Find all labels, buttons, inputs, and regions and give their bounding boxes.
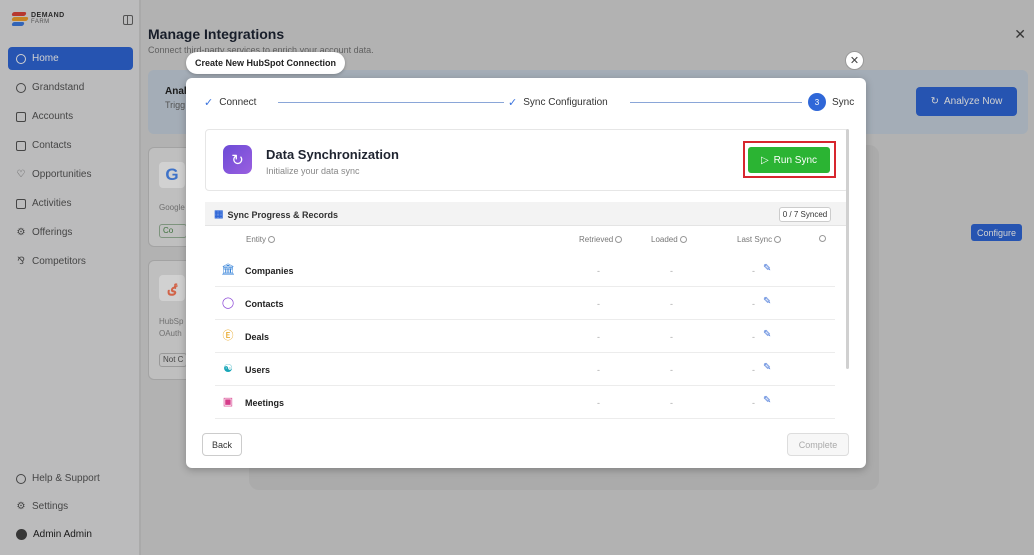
- edit-icon[interactable]: ✎: [763, 329, 771, 340]
- col-label: Retrieved: [579, 235, 614, 244]
- step-label: Connect: [219, 96, 257, 108]
- sync-title: Data Synchronization: [266, 147, 399, 162]
- col-retrieved: Retrieved: [579, 235, 623, 244]
- table-icon: ▦: [214, 209, 224, 220]
- run-sync-button[interactable]: ▷ Run Sync: [748, 147, 830, 173]
- sync-progress-panel: ▦ Sync Progress & Records 0 / 7 Synced E…: [205, 202, 849, 420]
- complete-button[interactable]: Complete: [787, 433, 849, 456]
- progress-header: ▦ Sync Progress & Records 0 / 7 Synced: [205, 202, 849, 226]
- synced-count-badge: 0 / 7 Synced: [779, 207, 831, 222]
- data-sync-header: ↻ Data Synchronization Initialize your d…: [205, 129, 849, 191]
- col-entity: Entity: [246, 235, 276, 244]
- users-icon: ☯: [223, 363, 233, 375]
- bank-icon: 🏛: [221, 264, 235, 276]
- loaded-value: -: [670, 266, 673, 276]
- sync-subtitle: Initialize your data sync: [266, 166, 360, 176]
- step-label: Sync: [832, 96, 855, 108]
- retrieved-value: -: [597, 266, 600, 276]
- last-sync-value: -: [752, 398, 755, 408]
- play-icon: ▷: [760, 154, 769, 166]
- table-row: Ⓔ Deals - - - ✎: [215, 320, 835, 353]
- info-icon: [679, 236, 687, 243]
- entity-name: Users: [245, 365, 271, 375]
- stepper: ✓ Connect ✓ Sync Configuration 3 Sync: [204, 92, 855, 112]
- entity-name: Companies: [245, 266, 294, 276]
- loaded-value: -: [670, 365, 673, 375]
- person-icon: ◯: [221, 297, 235, 309]
- last-sync-value: -: [752, 299, 755, 309]
- step-number: 3: [808, 93, 826, 111]
- progress-title: ▦ Sync Progress & Records: [214, 209, 338, 220]
- entity-name: Contacts: [245, 299, 284, 309]
- last-sync-value: -: [752, 332, 755, 342]
- table-row: ◯ Contacts - - - ✎: [215, 287, 835, 320]
- table-row: ☯ Users - - - ✎: [215, 353, 835, 386]
- step-connector: [630, 102, 802, 103]
- col-label: Loaded: [651, 235, 678, 244]
- loaded-value: -: [670, 299, 673, 309]
- table-header: Entity Retrieved Loaded Last Sync: [205, 226, 849, 250]
- loaded-value: -: [670, 332, 673, 342]
- table-row: 🏛 Companies - - - ✎: [215, 254, 835, 287]
- modal-scrollbar[interactable]: [846, 129, 849, 369]
- edit-icon[interactable]: ✎: [763, 395, 771, 406]
- edit-icon[interactable]: ✎: [763, 362, 771, 373]
- entity-name: Meetings: [245, 398, 285, 408]
- retrieved-value: -: [597, 398, 600, 408]
- step-label: Sync Configuration: [523, 96, 608, 108]
- col-label: Entity: [246, 235, 267, 244]
- retrieved-value: -: [597, 332, 600, 342]
- run-sync-label: Run Sync: [773, 154, 818, 166]
- dollar-icon: Ⓔ: [222, 330, 234, 342]
- progress-title-label: Sync Progress & Records: [227, 209, 338, 220]
- col-actions: [819, 235, 826, 242]
- sync-icon: ↻: [223, 145, 252, 174]
- last-sync-value: -: [752, 266, 755, 276]
- edit-icon[interactable]: ✎: [763, 263, 771, 274]
- retrieved-value: -: [597, 299, 600, 309]
- hubspot-connection-modal: ✓ Connect ✓ Sync Configuration 3 Sync ↻ …: [186, 78, 866, 468]
- col-loaded: Loaded: [651, 235, 687, 244]
- loaded-value: -: [670, 398, 673, 408]
- step-sync[interactable]: 3 Sync: [802, 92, 855, 112]
- retrieved-value: -: [597, 365, 600, 375]
- edit-icon[interactable]: ✎: [763, 296, 771, 307]
- check-icon: ✓: [204, 96, 214, 109]
- col-label: Last Sync: [737, 235, 773, 244]
- modal-close-icon[interactable]: ✕: [845, 51, 864, 70]
- step-connect[interactable]: ✓ Connect: [204, 92, 257, 112]
- info-icon: [819, 235, 826, 242]
- modal-title: Create New HubSpot Connection: [186, 52, 346, 74]
- info-icon: [268, 236, 276, 243]
- last-sync-value: -: [752, 365, 755, 375]
- check-icon: ✓: [508, 96, 518, 109]
- table-row: ▣ Meetings - - - ✎: [215, 386, 835, 419]
- entity-name: Deals: [245, 332, 270, 342]
- back-button[interactable]: Back: [202, 433, 242, 456]
- col-last-sync: Last Sync: [737, 235, 782, 244]
- step-connector: [278, 102, 504, 103]
- calendar-icon: ▣: [222, 396, 234, 408]
- step-sync-configuration[interactable]: ✓ Sync Configuration: [504, 92, 608, 112]
- info-icon: [615, 236, 623, 243]
- info-icon: [774, 236, 782, 243]
